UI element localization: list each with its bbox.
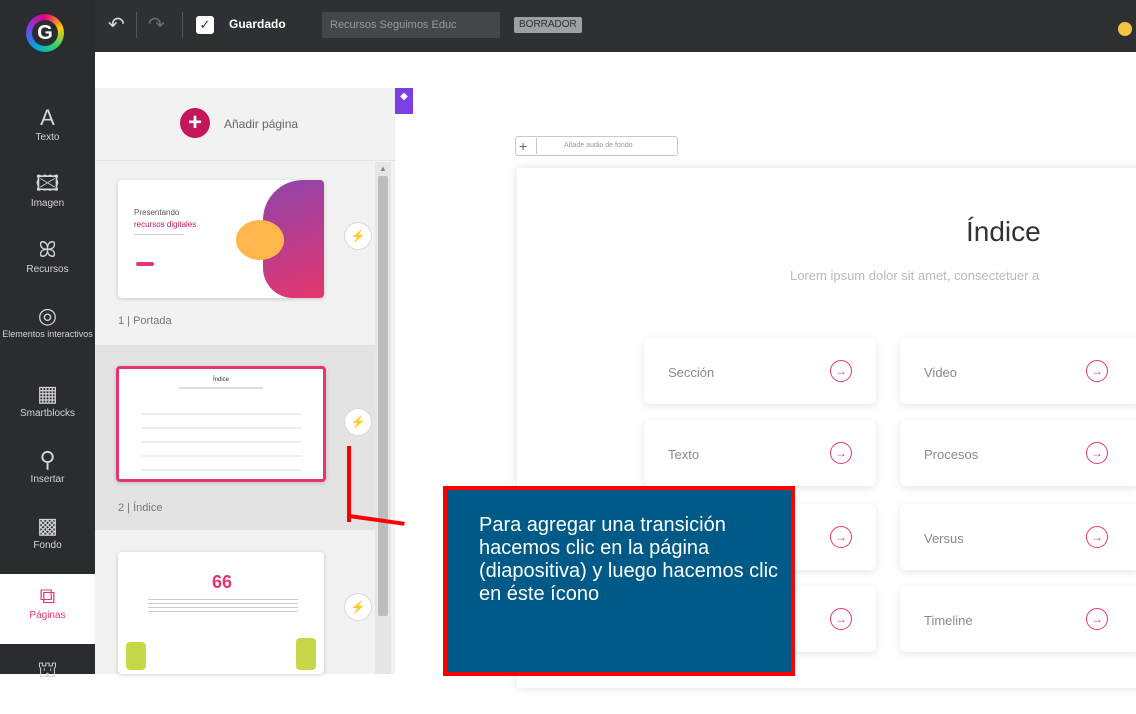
thumb-grid xyxy=(141,401,301,471)
transition-button[interactable]: ⚡ xyxy=(344,222,372,250)
card-label: Versus xyxy=(924,531,964,546)
magic-wand-icon: ⚡ xyxy=(350,229,366,243)
index-card[interactable]: Versus → xyxy=(900,504,1136,570)
sidebar-item-label: Elementos interactivos xyxy=(2,329,93,339)
arrow-right-icon[interactable]: → xyxy=(830,526,852,548)
sidebar-item-smartblocks[interactable]: ▦ Smartblocks xyxy=(0,372,95,438)
arrow-right-icon[interactable]: → xyxy=(1086,442,1108,464)
add-page-label[interactable]: Añadir página xyxy=(224,117,298,131)
thumb-illustration xyxy=(126,642,146,670)
magic-wand-icon: ⚡ xyxy=(350,415,366,429)
quote-icon: 66 xyxy=(212,572,233,592)
page-label: 1 | Portada xyxy=(118,315,172,327)
undo-icon[interactable]: ↶ xyxy=(108,12,125,37)
card-label: Sección xyxy=(668,365,715,380)
redo-icon[interactable]: ↷ xyxy=(148,12,165,37)
sidebar-item-label: Insertar xyxy=(30,474,65,485)
thumb-button xyxy=(136,262,154,266)
scrollbar-thumb[interactable] xyxy=(378,176,388,616)
page-thumbnail-selected[interactable]: Índice xyxy=(116,366,326,482)
avatar[interactable] xyxy=(1118,22,1132,36)
arrow-right-icon[interactable]: → xyxy=(830,360,852,382)
sidebar-item-label: Smartblocks xyxy=(19,408,75,419)
audio-label: Añade audio de fondo xyxy=(564,142,633,149)
sidebar-item-pages[interactable]: ⧉ Páginas xyxy=(0,574,95,644)
page-label: 2 | Índice xyxy=(118,502,163,514)
index-card[interactable]: Video → xyxy=(900,338,1136,404)
magic-wand-icon: ⚡ xyxy=(350,600,366,614)
slide-title[interactable]: Índice xyxy=(966,216,1041,248)
divider xyxy=(136,12,137,38)
background-icon: ▩ xyxy=(37,513,58,538)
sidebar-item-image[interactable]: 🖾 Imagen xyxy=(0,162,95,228)
thumb-title: Presentando xyxy=(134,208,180,217)
project-title-input[interactable] xyxy=(322,12,500,38)
sidebar-item-interactive[interactable]: ◎ Elementos interactivos xyxy=(0,294,95,360)
gift-icon: ⛫ xyxy=(37,657,58,682)
arrow-right-icon[interactable]: → xyxy=(1086,608,1108,630)
smartblocks-icon: ▦ xyxy=(37,381,58,406)
slide-subtitle[interactable]: Lorem ipsum dolor sit amet, consectetuer… xyxy=(790,268,1039,283)
secondary-toolbar xyxy=(95,52,1136,89)
page-thumbnail[interactable]: Presentando recursos digitales xyxy=(118,180,324,298)
insert-icon: ⚲ xyxy=(39,447,56,472)
transition-button[interactable]: ⚡ xyxy=(344,593,372,621)
tool-sidebar: A Texto 🖾 Imagen ꕤ Recursos ◎ Elementos … xyxy=(0,88,95,682)
interactive-icon: ◎ xyxy=(37,303,58,328)
card-label: Procesos xyxy=(924,447,979,462)
sidebar-item-label: Texto xyxy=(35,132,60,143)
plus-icon[interactable]: + xyxy=(519,137,527,155)
divider xyxy=(536,138,537,154)
thumb-illustration xyxy=(236,220,284,260)
arrow-right-icon[interactable]: → xyxy=(1086,360,1108,382)
divider xyxy=(182,12,183,38)
sidebar-item-label: Recursos xyxy=(26,264,69,275)
card-label: Texto xyxy=(668,447,700,462)
sidebar-item-label: Fondo xyxy=(33,540,62,551)
background-audio-button[interactable]: Añade audio de fondo xyxy=(515,136,678,156)
panel-toggle-tab[interactable]: ◆ xyxy=(395,88,413,114)
saved-check-icon: ✓ xyxy=(196,16,214,34)
pages-icon: ⧉ xyxy=(39,583,56,608)
annotation-callout: Para agregar una transición hacemos clic… xyxy=(443,486,795,676)
sidebar-item-label: Imagen xyxy=(30,198,65,209)
page-thumbnail[interactable]: 66 xyxy=(118,552,324,674)
thumb-subtitle-line xyxy=(179,387,263,389)
card-label: Timeline xyxy=(924,613,973,628)
logo-glyph: G xyxy=(32,20,58,46)
thumb-illustration xyxy=(296,638,316,670)
sidebar-item-more[interactable]: ⛫ xyxy=(0,648,95,714)
arrow-right-icon[interactable]: → xyxy=(1086,526,1108,548)
index-card[interactable]: Procesos → xyxy=(900,420,1136,486)
sidebar-item-text[interactable]: A Texto xyxy=(0,96,95,162)
arrow-right-icon[interactable]: → xyxy=(830,442,852,464)
sidebar-item-label: Páginas xyxy=(29,610,66,621)
annotation-text: Para agregar una transición hacemos clic… xyxy=(479,514,779,605)
transition-button-selected[interactable]: ⚡ xyxy=(344,408,372,436)
saved-status: Guardado xyxy=(229,17,286,31)
sidebar-item-background[interactable]: ▩ Fondo xyxy=(0,504,95,570)
resources-icon: ꕤ xyxy=(38,237,57,262)
thumb-text-lines xyxy=(148,596,298,614)
thumb-title: Índice xyxy=(213,377,230,383)
scroll-up-icon[interactable]: ▲ xyxy=(379,164,387,173)
annotation-pointer xyxy=(347,446,351,522)
divider xyxy=(134,234,184,235)
arrow-right-icon[interactable]: → xyxy=(830,608,852,630)
index-card[interactable]: Sección → xyxy=(644,338,876,404)
index-card[interactable]: Timeline → xyxy=(900,586,1136,652)
plus-icon[interactable]: + xyxy=(180,108,210,138)
draft-badge: BORRADOR xyxy=(514,17,582,33)
index-card[interactable]: Texto → xyxy=(644,420,876,486)
image-icon: 🖾 xyxy=(35,171,60,196)
thumb-subtitle: recursos digitales xyxy=(134,220,197,229)
sidebar-item-resources[interactable]: ꕤ Recursos xyxy=(0,228,95,294)
text-icon: A xyxy=(40,105,55,130)
sidebar-item-insert[interactable]: ⚲ Insertar xyxy=(0,438,95,504)
card-label: Video xyxy=(924,365,958,380)
